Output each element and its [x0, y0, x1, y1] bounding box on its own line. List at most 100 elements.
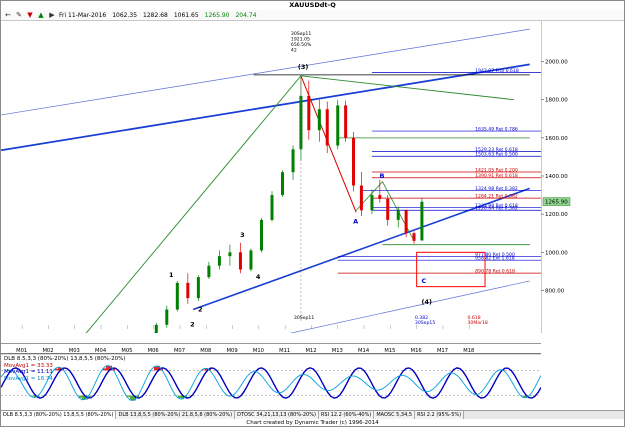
high-annotation-line: 30Sep11: [291, 31, 311, 37]
fib-level-label: 1390.91 Ret 0.618: [475, 173, 518, 179]
wave-label: 4: [256, 273, 261, 281]
candle-body: [359, 185, 363, 211]
footer-credit: Chart created by Dynamic Trader (c) 1996…: [246, 420, 379, 426]
arrow-down-icon[interactable]: ▼: [26, 11, 34, 19]
candle-body: [317, 109, 321, 131]
price-axis-canvas: 2000.00 1800.00 1600.00 1400.00 1200.00 1000.…: [540, 21, 571, 333]
candle-body: [325, 109, 329, 146]
date-annotation-line: 30Mar18: [468, 320, 488, 326]
tab-maosc[interactable]: MAOSC 5,34,5: [374, 411, 416, 419]
osc-oversold-zone: [130, 395, 133, 400]
candle-body: [154, 324, 158, 333]
candle-body: [196, 277, 200, 299]
tab-dtosc[interactable]: DTOSC 34,21,13,13 (80%-20%): [235, 411, 319, 419]
outer-upper-channel-line: [1, 28, 530, 116]
wave-label: B: [379, 172, 384, 180]
oscillator-axis: [541, 353, 624, 408]
candle-body: [291, 149, 295, 173]
fib-level-label: 1503.63 Ret 0.500: [475, 152, 518, 158]
wave-label: 3: [240, 231, 245, 239]
oscillator-legend: DLB 8.5,3,3 (80%-20%) 13,8,5,5 (80%-20%)…: [4, 356, 126, 382]
tab-dlb-8[interactable]: DLB 8.5,3,3 (80%-20%) 13,8,5,5 (80%-20%): [1, 411, 117, 419]
candle-body: [352, 137, 356, 186]
wave-label: (4): [422, 298, 432, 306]
candle-body: [228, 252, 232, 257]
candle-body: [175, 282, 179, 310]
candle-body: [307, 95, 311, 131]
swing-line-green: [85, 75, 515, 333]
play-icon[interactable]: ▶: [48, 11, 56, 19]
wave-label: 1: [169, 271, 174, 279]
candle-body: [270, 195, 274, 220]
high-annotation-line: 656.50%: [291, 42, 312, 48]
tab-rsi-2[interactable]: RSI 2.2 (95%-5%): [415, 411, 465, 419]
fib-level-label: 1421.05 Ret 0.200: [475, 167, 518, 173]
high-annotation-line: 42: [291, 47, 297, 53]
candle-body: [344, 105, 348, 138]
wave-label: A: [353, 218, 358, 226]
candle-body: [217, 256, 221, 266]
price-axis[interactable]: 2000.00 1800.00 1600.00 1400.00 1200.00 1000.…: [540, 21, 624, 333]
candle-body: [259, 219, 263, 251]
bar-date: Fri 11-Mar-2016: [59, 11, 107, 19]
wave-label: (3): [298, 63, 308, 71]
osc-oversold-zone: [178, 395, 181, 398]
date-annotation-line: 30Sep11: [294, 315, 314, 321]
window-title: XAUUSDdt-Q: [289, 1, 336, 9]
wave-label: 2: [198, 305, 203, 313]
oscillator-title: DLB 8.5,3,3 (80%-20%) 13,8,5,5 (80%-20%): [4, 356, 126, 362]
wave-label: 2: [190, 321, 195, 329]
candle-body: [207, 265, 211, 278]
price-tick-label: 800.00: [545, 288, 565, 294]
toolbar: ← ✎ ▼ ▲ ▶ Fri 11-Mar-2016 1062.35 1282.6…: [1, 10, 624, 21]
candle-body: [396, 210, 400, 220]
candle-body: [370, 195, 374, 211]
candle-body: [186, 282, 190, 299]
fib-level-label: 1324.98 Ret 0.382: [475, 186, 518, 192]
candle-body: [412, 233, 416, 241]
arrow-left-icon[interactable]: ←: [4, 11, 12, 19]
price-chart[interactable]: 1942.97 Proj 0.618 1635.49 Ret 0.786 1529.…: [1, 21, 541, 333]
tab-rsi-12[interactable]: RSI 12.2 (60%-40%): [318, 411, 375, 419]
candle-body: [386, 198, 390, 220]
pencil-icon[interactable]: ✎: [15, 11, 23, 19]
candle-body: [238, 252, 242, 270]
price-tick-label: 2000.00: [545, 60, 568, 66]
fib-level-label: 1942.97 Proj 0.618: [475, 68, 519, 74]
osc-overbought-zone: [154, 366, 157, 371]
bar-low: 1061.65: [173, 11, 199, 19]
bar-open: 1062.35: [112, 11, 138, 19]
fib-level-label: 1220.64 Ret 0.382: [475, 206, 518, 212]
candle-body: [404, 210, 408, 234]
osc-oversold-zone: [127, 395, 130, 398]
price-tick-label: 1400.00: [545, 174, 568, 180]
time-axis[interactable]: M01 M02 M03 M04 M05 M06 M07 M08 M09 M10 M11 M12 M13 M…: [1, 343, 541, 354]
price-tick-label: 1200.00: [545, 212, 568, 218]
wave-label: C: [422, 277, 427, 285]
candle-body: [420, 201, 424, 241]
chart-window: XAUUSDdt-Q ← ✎ ▼ ▲ ▶ Fri 11-Mar-2016 106…: [0, 0, 625, 427]
arrow-up-icon[interactable]: ▲: [37, 11, 45, 19]
price-tick-label: 1800.00: [545, 98, 568, 104]
osc-oversold-zone: [79, 395, 82, 398]
bar-close: 1265.90: [204, 11, 230, 19]
price-tick-label: 1000.00: [545, 250, 568, 256]
bar-high: 1282.68: [143, 11, 168, 19]
date-annotation-line: 30Sep15: [415, 320, 435, 326]
price-chart-canvas[interactable]: 1942.97 Proj 0.6181635.49 Ret 0.7861529.…: [1, 21, 541, 333]
indicator-tabs: DLB 8.5,3,3 (80%-20%) 13,8,5,5 (80%-20%)…: [1, 410, 624, 419]
movavg-line-3: MovAvg1 = 18.74: [4, 375, 53, 382]
high-annotation-line: 1921.05: [291, 36, 310, 42]
bar-change: 204.74: [235, 11, 257, 19]
fib-level-label: 958.82 Ext 1.618: [475, 256, 515, 262]
tab-dlb-13[interactable]: DLB 13,8,5,5 (80%-20%) 21,8,5,8 (80%-20%…: [116, 411, 236, 419]
candle-body: [378, 195, 382, 199]
fib-level-label: 890.78 Ret 0.618: [475, 269, 515, 275]
upper-trend-line: [1, 63, 530, 152]
candle-body: [249, 250, 253, 270]
fib-level-label: 1284.21 Ret 0.382: [475, 194, 518, 200]
candle-body: [281, 172, 285, 196]
current-price-label: 1265.90: [545, 200, 568, 206]
fib-level-label: 1635.49 Ret 0.786: [475, 127, 518, 133]
price-tick-label: 1600.00: [545, 136, 568, 142]
